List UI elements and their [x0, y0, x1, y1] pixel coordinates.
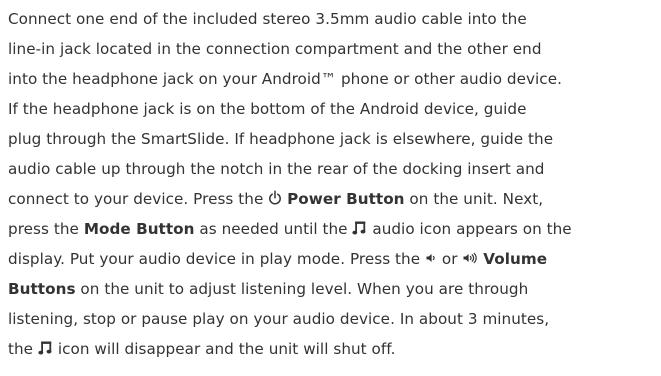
text-segment: audio cable up through the notch in the …	[8, 160, 545, 178]
text-segment: Connect one end of the included stereo 3…	[8, 10, 527, 28]
music-note-icon	[38, 340, 53, 356]
text-segment: on the unit to adjust listening level. W…	[75, 280, 529, 298]
text-line: If the headphone jack is on the bottom o…	[8, 94, 658, 124]
buttons-label: Buttons	[8, 280, 76, 298]
text-segment: display. Put your audio device in play m…	[8, 250, 425, 268]
text-segment: If the headphone jack is on the bottom o…	[8, 100, 527, 118]
text-line: connect to your device. Press the Power …	[8, 184, 658, 214]
text-line: audio cable up through the notch in the …	[8, 154, 658, 184]
text-segment: on the unit. Next,	[404, 190, 544, 208]
text-line: the icon will disappear and the unit wil…	[8, 334, 658, 364]
text-line: listening, stop or pause play on your au…	[8, 304, 658, 334]
text-segment: connect to your device. Press the	[8, 190, 269, 208]
text-line: plug through the SmartSlide. If headphon…	[8, 124, 658, 154]
volume-down-icon	[425, 252, 437, 264]
music-note-icon	[352, 220, 367, 236]
text-segment: line-in jack located in the connection c…	[8, 40, 542, 58]
text-segment: icon will disappear and the unit will sh…	[52, 340, 396, 358]
text-line: Connect one end of the included stereo 3…	[8, 4, 658, 34]
text-segment: plug through the SmartSlide. If headphon…	[8, 130, 554, 148]
power-icon	[268, 189, 282, 206]
volume-up-icon	[462, 252, 478, 264]
volume-label: Volume	[483, 250, 548, 268]
text-segment: listening, stop or pause play on your au…	[8, 310, 550, 328]
text-segment: into the headphone jack on your Android™…	[8, 70, 562, 88]
page: Connect one end of the included stereo 3…	[0, 0, 661, 376]
text-line: Buttons on the unit to adjust listening …	[8, 274, 658, 304]
instructions-paragraph: Connect one end of the included stereo 3…	[8, 4, 658, 364]
text-line: display. Put your audio device in play m…	[8, 244, 658, 274]
text-segment: audio icon appears on the	[367, 220, 572, 238]
text-line: line-in jack located in the connection c…	[8, 34, 658, 64]
text-segment: as needed until the	[194, 220, 353, 238]
text-segment: press the	[8, 220, 84, 238]
text-segment: or	[437, 250, 463, 268]
mode-button-label: Mode Button	[83, 220, 195, 238]
power-button-label: Power Button	[287, 190, 405, 208]
text-line: into the headphone jack on your Android™…	[8, 64, 658, 94]
text-line: press the Mode Button as needed until th…	[8, 214, 658, 244]
text-segment: the	[8, 340, 38, 358]
